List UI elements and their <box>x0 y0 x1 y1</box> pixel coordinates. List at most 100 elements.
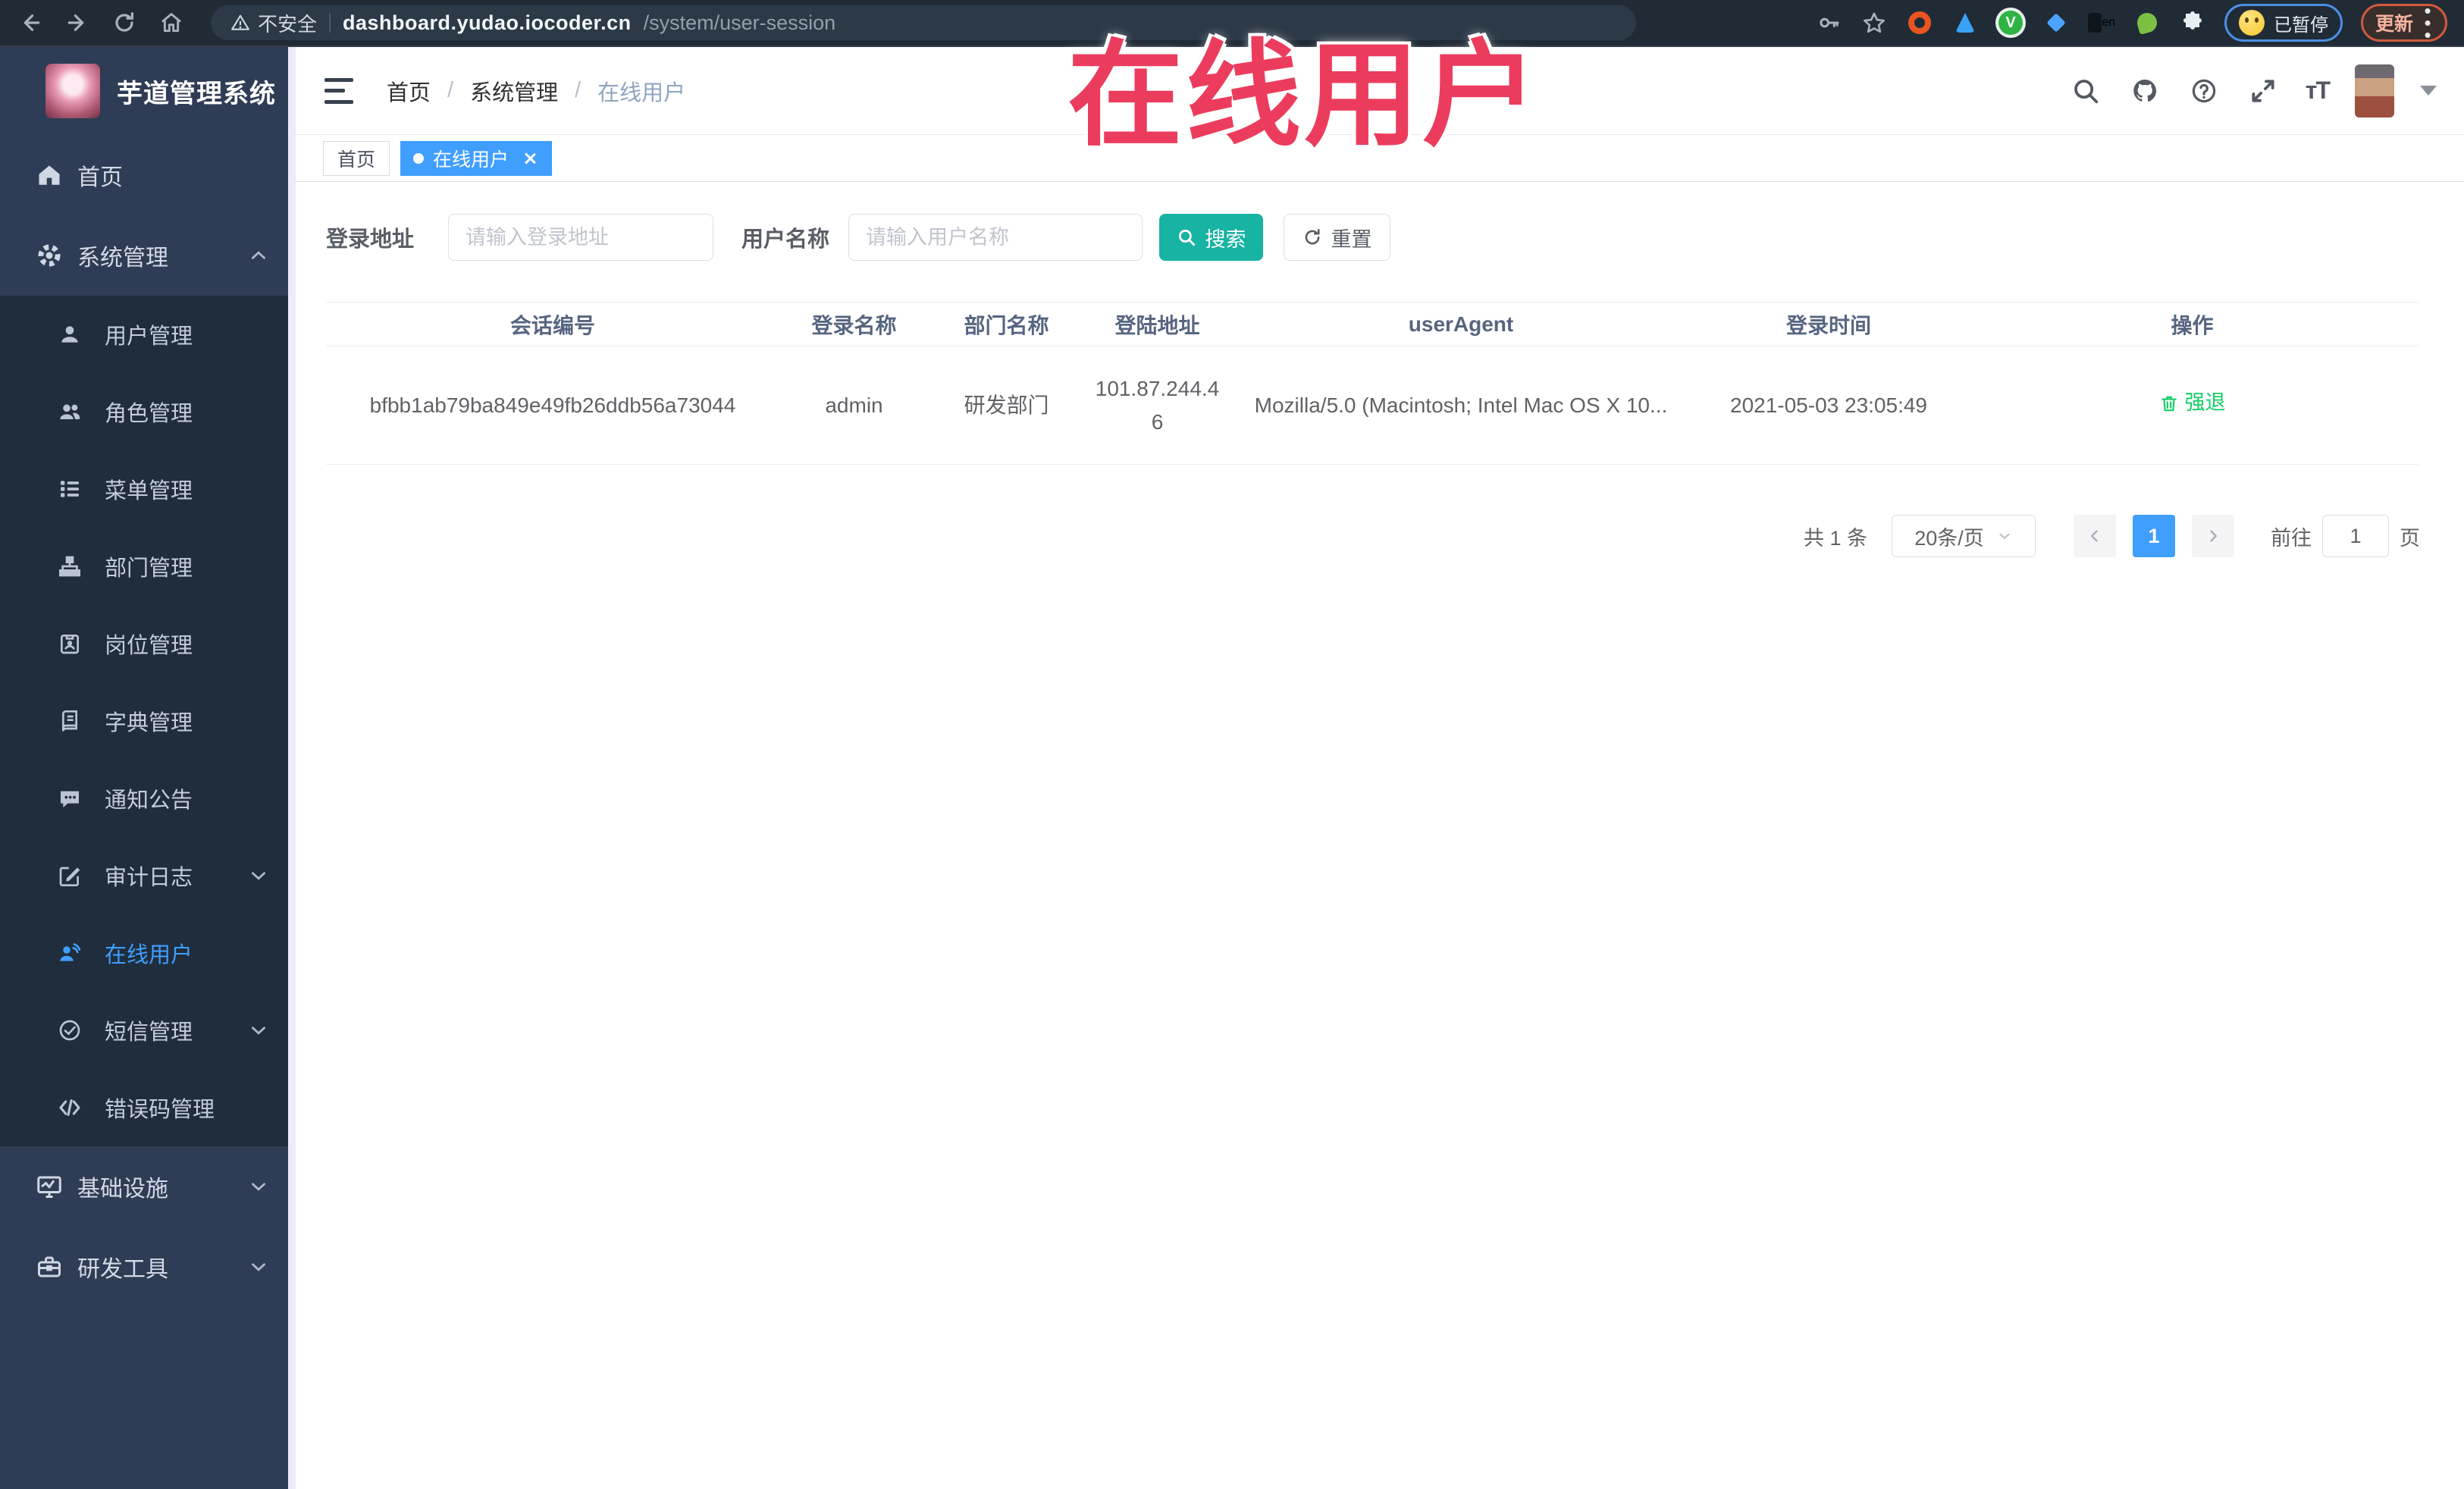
address-bar[interactable]: 不安全 dashboard.yudao.iocoder.cn/system/us… <box>211 5 1636 40</box>
extensions-puzzle-icon[interactable] <box>2179 9 2206 36</box>
dev-tools-icon <box>33 1251 65 1283</box>
cell-login-name: admin <box>779 346 929 465</box>
gear-icon <box>33 240 65 271</box>
chevron-down-icon <box>249 1177 268 1196</box>
browser-toolbar: 不安全 dashboard.yudao.iocoder.cn/system/us… <box>0 0 2464 47</box>
column-login-time: 登录时间 <box>1691 302 1966 346</box>
navbar-actions: ᴛT <box>2069 64 2437 118</box>
sidebar-item-dictionary-management[interactable]: 字典管理 <box>0 682 296 760</box>
back-icon[interactable] <box>17 9 44 36</box>
column-login-address: 登陆地址 <box>1084 302 1230 346</box>
reload-icon[interactable] <box>111 9 138 36</box>
breadcrumb-current: 在线用户 <box>597 80 686 105</box>
prev-page-button[interactable] <box>2074 515 2116 557</box>
sidebar-item-notice-announcement[interactable]: 通知公告 <box>0 760 296 837</box>
tab-home[interactable]: 首页 <box>323 140 390 176</box>
tab-close-icon[interactable] <box>521 149 539 168</box>
extension-translate-icon[interactable]: en <box>2087 9 2115 36</box>
main-panel: 首页 / 系统管理 / 在线用户 ᴛT 首页 在线用户 登录地址 请输入登录地址… <box>296 47 2464 1489</box>
dictionary-icon <box>56 707 83 735</box>
force-logout-button[interactable]: 强退 <box>2159 387 2226 419</box>
user-icon <box>56 321 83 348</box>
audit-log-icon <box>56 862 83 889</box>
extension-orange-icon[interactable] <box>1906 9 1933 36</box>
page-number-1[interactable]: 1 <box>2133 515 2175 557</box>
cell-dept-name: 研发部门 <box>929 346 1084 465</box>
sidebar-item-audit-log[interactable]: 审计日志 <box>0 837 296 914</box>
key-icon[interactable] <box>1815 9 1842 36</box>
search-form: 登录地址 用户名称 搜索 重置 <box>326 214 2464 261</box>
sidebar: 芋道管理系统 首页 系统管理 用户管理 角色管理 菜单管理 部门管理 岗位管理 … <box>0 47 296 1489</box>
breadcrumb: 首页 / 系统管理 / 在线用户 <box>387 75 685 107</box>
goto-label: 前往 <box>2271 526 2312 550</box>
sidebar-item-department-management[interactable]: 部门管理 <box>0 528 296 605</box>
extension-drop-icon[interactable] <box>1951 9 1979 36</box>
page-size-select[interactable]: 20条/页 <box>1892 515 2036 557</box>
home-icon <box>33 159 65 191</box>
font-size-icon[interactable]: ᴛT <box>2306 77 2331 105</box>
sidebar-item-label: 部门管理 <box>105 556 193 581</box>
avatar-caret-icon[interactable] <box>2420 86 2437 96</box>
browser-update-button[interactable]: 更新 • • • <box>2360 1 2447 45</box>
sidebar-item-error-code-management[interactable]: 错误码管理 <box>0 1069 296 1146</box>
cell-session-id: bfbb1ab79ba849e49fb26ddb56a73044 <box>326 346 779 465</box>
url-host: dashboard.yudao.iocoder.cn <box>343 11 632 34</box>
search-icon[interactable] <box>2069 74 2102 108</box>
sidebar-toggle-icon[interactable] <box>324 77 355 104</box>
sidebar-item-label: 通知公告 <box>105 788 193 813</box>
sidebar-scrollbar[interactable] <box>288 47 296 1489</box>
online-user-icon <box>56 939 83 967</box>
github-icon[interactable] <box>2128 74 2161 108</box>
fullscreen-icon[interactable] <box>2246 74 2280 108</box>
profile-paused-badge[interactable]: 已暂停 <box>2224 4 2343 42</box>
login-address-label: 登录地址 <box>326 227 415 252</box>
extension-leaf-icon[interactable] <box>2133 9 2161 36</box>
sidebar-item-dev-tools[interactable]: 研发工具 <box>0 1227 296 1307</box>
sidebar-item-user-management[interactable]: 用户管理 <box>0 296 296 373</box>
sidebar-item-label: 系统管理 <box>77 246 168 271</box>
sidebar-item-system-management[interactable]: 系统管理 <box>0 215 296 296</box>
avatar[interactable] <box>2355 64 2394 118</box>
breadcrumb-home[interactable]: 首页 <box>387 75 431 107</box>
address-divider <box>329 13 331 33</box>
cell-login-time: 2021-05-03 23:05:49 <box>1691 346 1966 465</box>
search-button[interactable]: 搜索 <box>1159 214 1264 261</box>
help-icon[interactable] <box>2187 74 2221 108</box>
sidebar-item-post-management[interactable]: 岗位管理 <box>0 605 296 682</box>
sidebar-item-online-users[interactable]: 在线用户 <box>0 914 296 992</box>
infrastructure-icon <box>33 1171 65 1202</box>
url-path: /system/user-session <box>643 11 836 34</box>
app-logo-row[interactable]: 芋道管理系统 <box>0 47 296 135</box>
chevron-up-icon <box>249 246 268 265</box>
sidebar-item-role-management[interactable]: 角色管理 <box>0 373 296 450</box>
username-input[interactable] <box>848 214 1143 261</box>
session-table: 会话编号 登录名称 部门名称 登陆地址 userAgent 登录时间 操作 bf… <box>326 302 2419 465</box>
security-label: 不安全 <box>258 12 318 36</box>
browser-menu-icon[interactable]: • • • <box>2422 1 2433 45</box>
table-header-row: 会话编号 登录名称 部门名称 登陆地址 userAgent 登录时间 操作 <box>326 302 2419 346</box>
sidebar-item-label: 字典管理 <box>105 711 193 735</box>
breadcrumb-separator: / <box>447 78 454 102</box>
security-warning-icon[interactable]: 不安全 <box>230 9 317 37</box>
forward-icon[interactable] <box>64 9 91 36</box>
sidebar-item-sms-management[interactable]: 短信管理 <box>0 992 296 1069</box>
tab-online-users[interactable]: 在线用户 <box>400 140 553 176</box>
reset-button[interactable]: 重置 <box>1284 214 1391 261</box>
browser-home-icon[interactable] <box>158 9 185 36</box>
sidebar-item-menu-management[interactable]: 菜单管理 <box>0 450 296 528</box>
sidebar-item-label: 审计日志 <box>105 866 193 890</box>
sidebar-item-label: 基础设施 <box>77 1177 168 1202</box>
extension-check-icon[interactable]: V <box>1997 9 2024 36</box>
sidebar-item-home[interactable]: 首页 <box>0 135 296 215</box>
next-page-button[interactable] <box>2192 515 2234 557</box>
goto-page-input[interactable] <box>2322 515 2389 557</box>
sidebar-item-infrastructure[interactable]: 基础设施 <box>0 1146 296 1227</box>
extension-diamond-icon[interactable] <box>2042 9 2070 36</box>
login-address-input[interactable] <box>448 214 714 261</box>
tab-label: 在线用户 <box>433 149 509 171</box>
menu-list-icon <box>56 475 83 503</box>
table-row: bfbb1ab79ba849e49fb26ddb56a73044 admin 研… <box>326 346 2419 465</box>
bookmark-star-icon[interactable] <box>1861 9 1888 36</box>
sidebar-item-label: 短信管理 <box>105 1020 193 1045</box>
breadcrumb-system-management[interactable]: 系统管理 <box>470 75 558 107</box>
